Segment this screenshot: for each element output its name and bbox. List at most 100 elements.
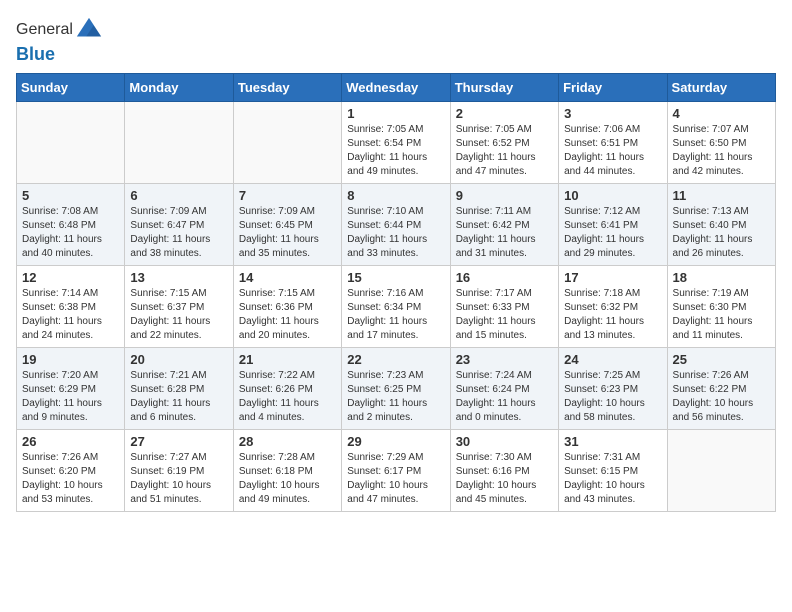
calendar-cell: 16 Sunrise: 7:17 AM Sunset: 6:33 PM Dayli… <box>450 266 558 348</box>
day-number: 15 <box>347 270 444 285</box>
calendar-cell: 8Sunrise: 7:10 AM Sunset: 6:44 PM Daylig… <box>342 184 450 266</box>
calendar-table: SundayMondayTuesdayWednesdayThursdayFrid… <box>16 73 776 512</box>
day-info: Sunrise: 7:28 AM Sunset: 6:18 PM Dayligh… <box>239 451 336 507</box>
day-header-friday: Friday <box>559 74 667 102</box>
day-info: Sunrise: 7:25 AM Sunset: 6:23 PM Dayligh… <box>564 369 661 425</box>
calendar-cell: 13 Sunrise: 7:15 AM Sunset: 6:37 PM Dayli… <box>125 266 233 348</box>
day-info: Sunrise: 7:09 AM Sunset: 6:47 PM Dayligh… <box>130 205 227 261</box>
calendar-cell: 12Sunrise: 7:14 AM Sunset: 6:38 PM Dayli… <box>17 266 125 348</box>
calendar-cell: 22 Sunrise: 7:23 AM Sunset: 6:25 PM Dayli… <box>342 348 450 430</box>
calendar-cell: 1 Sunrise: 7:05 AM Sunset: 6:54 PM Daylig… <box>342 102 450 184</box>
day-info: Sunrise: 7:18 AM Sunset: 6:32 PM Dayligh… <box>564 287 661 343</box>
day-number: 1 <box>347 106 444 121</box>
calendar-cell: 30 Sunrise: 7:30 AM Sunset: 6:16 PM Dayli… <box>450 430 558 512</box>
day-number: 31 <box>564 434 661 449</box>
calendar-cell: 29Sunrise: 7:29 AM Sunset: 6:17 PM Dayli… <box>342 430 450 512</box>
calendar-cell: 18 Sunrise: 7:19 AM Sunset: 6:30 PM Dayli… <box>667 266 775 348</box>
calendar-cell: 24Sunrise: 7:25 AM Sunset: 6:23 PM Dayli… <box>559 348 667 430</box>
calendar-cell: 21 Sunrise: 7:22 AM Sunset: 6:26 PM Dayli… <box>233 348 341 430</box>
day-number: 13 <box>130 270 227 285</box>
day-number: 14 <box>239 270 336 285</box>
day-info: Sunrise: 7:15 AM Sunset: 6:37 PM Dayligh… <box>130 287 227 343</box>
day-number: 2 <box>456 106 553 121</box>
calendar-cell: 6 Sunrise: 7:09 AM Sunset: 6:47 PM Daylig… <box>125 184 233 266</box>
day-info: Sunrise: 7:23 AM Sunset: 6:25 PM Dayligh… <box>347 369 444 425</box>
calendar-cell <box>667 430 775 512</box>
calendar-cell: 14 Sunrise: 7:15 AM Sunset: 6:36 PM Dayli… <box>233 266 341 348</box>
calendar-cell: 3 Sunrise: 7:06 AM Sunset: 6:51 PM Daylig… <box>559 102 667 184</box>
calendar-cell: 28 Sunrise: 7:28 AM Sunset: 6:18 PM Dayli… <box>233 430 341 512</box>
day-info: Sunrise: 7:13 AM Sunset: 6:40 PM Dayligh… <box>673 205 770 261</box>
day-number: 18 <box>673 270 770 285</box>
day-number: 21 <box>239 352 336 367</box>
calendar-week-3: 12Sunrise: 7:14 AM Sunset: 6:38 PM Dayli… <box>17 266 776 348</box>
day-number: 8 <box>347 188 444 203</box>
calendar-cell: 2Sunrise: 7:05 AM Sunset: 6:52 PM Daylig… <box>450 102 558 184</box>
calendar-header-row: SundayMondayTuesdayWednesdayThursdayFrid… <box>17 74 776 102</box>
day-info: Sunrise: 7:24 AM Sunset: 6:24 PM Dayligh… <box>456 369 553 425</box>
day-number: 22 <box>347 352 444 367</box>
day-info: Sunrise: 7:08 AM Sunset: 6:48 PM Dayligh… <box>22 205 119 261</box>
day-info: Sunrise: 7:06 AM Sunset: 6:51 PM Dayligh… <box>564 123 661 179</box>
day-number: 16 <box>456 270 553 285</box>
calendar-cell: 15Sunrise: 7:16 AM Sunset: 6:34 PM Dayli… <box>342 266 450 348</box>
logo-text: General <box>16 16 105 44</box>
calendar-cell: 31 Sunrise: 7:31 AM Sunset: 6:15 PM Dayli… <box>559 430 667 512</box>
calendar-cell: 9 Sunrise: 7:11 AM Sunset: 6:42 PM Daylig… <box>450 184 558 266</box>
day-number: 5 <box>22 188 119 203</box>
day-info: Sunrise: 7:30 AM Sunset: 6:16 PM Dayligh… <box>456 451 553 507</box>
day-number: 28 <box>239 434 336 449</box>
day-number: 20 <box>130 352 227 367</box>
calendar-cell: 25 Sunrise: 7:26 AM Sunset: 6:22 PM Dayli… <box>667 348 775 430</box>
calendar-week-4: 19 Sunrise: 7:20 AM Sunset: 6:29 PM Dayli… <box>17 348 776 430</box>
calendar-cell <box>17 102 125 184</box>
calendar-cell: 26Sunrise: 7:26 AM Sunset: 6:20 PM Dayli… <box>17 430 125 512</box>
day-info: Sunrise: 7:21 AM Sunset: 6:28 PM Dayligh… <box>130 369 227 425</box>
day-info: Sunrise: 7:07 AM Sunset: 6:50 PM Dayligh… <box>673 123 770 179</box>
day-info: Sunrise: 7:09 AM Sunset: 6:45 PM Dayligh… <box>239 205 336 261</box>
day-header-wednesday: Wednesday <box>342 74 450 102</box>
day-header-sunday: Sunday <box>17 74 125 102</box>
calendar-cell: 11 Sunrise: 7:13 AM Sunset: 6:40 PM Dayli… <box>667 184 775 266</box>
day-info: Sunrise: 7:05 AM Sunset: 6:54 PM Dayligh… <box>347 123 444 179</box>
day-number: 30 <box>456 434 553 449</box>
calendar-cell: 23 Sunrise: 7:24 AM Sunset: 6:24 PM Dayli… <box>450 348 558 430</box>
day-number: 10 <box>564 188 661 203</box>
day-number: 4 <box>673 106 770 121</box>
day-number: 19 <box>22 352 119 367</box>
page-header: General Blue <box>16 16 776 65</box>
day-number: 9 <box>456 188 553 203</box>
day-number: 27 <box>130 434 227 449</box>
day-info: Sunrise: 7:12 AM Sunset: 6:41 PM Dayligh… <box>564 205 661 261</box>
calendar-week-5: 26Sunrise: 7:26 AM Sunset: 6:20 PM Dayli… <box>17 430 776 512</box>
calendar-week-1: 1 Sunrise: 7:05 AM Sunset: 6:54 PM Daylig… <box>17 102 776 184</box>
calendar-cell: 10 Sunrise: 7:12 AM Sunset: 6:41 PM Dayli… <box>559 184 667 266</box>
day-number: 11 <box>673 188 770 203</box>
calendar-cell: 7 Sunrise: 7:09 AM Sunset: 6:45 PM Daylig… <box>233 184 341 266</box>
day-number: 7 <box>239 188 336 203</box>
day-header-thursday: Thursday <box>450 74 558 102</box>
day-info: Sunrise: 7:11 AM Sunset: 6:42 PM Dayligh… <box>456 205 553 261</box>
day-info: Sunrise: 7:19 AM Sunset: 6:30 PM Dayligh… <box>673 287 770 343</box>
calendar-cell <box>233 102 341 184</box>
day-number: 26 <box>22 434 119 449</box>
day-info: Sunrise: 7:14 AM Sunset: 6:38 PM Dayligh… <box>22 287 119 343</box>
calendar-cell: 20 Sunrise: 7:21 AM Sunset: 6:28 PM Dayli… <box>125 348 233 430</box>
day-number: 23 <box>456 352 553 367</box>
day-number: 25 <box>673 352 770 367</box>
calendar-cell <box>125 102 233 184</box>
day-number: 3 <box>564 106 661 121</box>
day-info: Sunrise: 7:31 AM Sunset: 6:15 PM Dayligh… <box>564 451 661 507</box>
calendar-cell: 4 Sunrise: 7:07 AM Sunset: 6:50 PM Daylig… <box>667 102 775 184</box>
calendar-cell: 27 Sunrise: 7:27 AM Sunset: 6:19 PM Dayli… <box>125 430 233 512</box>
day-info: Sunrise: 7:26 AM Sunset: 6:22 PM Dayligh… <box>673 369 770 425</box>
day-info: Sunrise: 7:22 AM Sunset: 6:26 PM Dayligh… <box>239 369 336 425</box>
day-info: Sunrise: 7:15 AM Sunset: 6:36 PM Dayligh… <box>239 287 336 343</box>
day-info: Sunrise: 7:20 AM Sunset: 6:29 PM Dayligh… <box>22 369 119 425</box>
day-info: Sunrise: 7:17 AM Sunset: 6:33 PM Dayligh… <box>456 287 553 343</box>
day-number: 29 <box>347 434 444 449</box>
day-number: 17 <box>564 270 661 285</box>
logo: General Blue <box>16 16 105 65</box>
day-number: 6 <box>130 188 227 203</box>
day-info: Sunrise: 7:27 AM Sunset: 6:19 PM Dayligh… <box>130 451 227 507</box>
